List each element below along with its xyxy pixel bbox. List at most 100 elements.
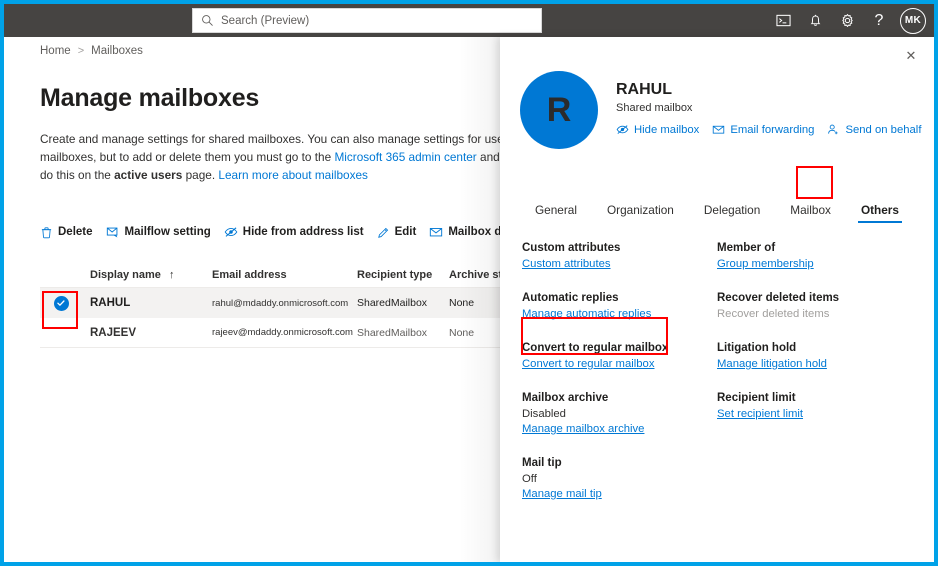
help-glyph: ? [875,12,884,30]
column-email-address[interactable]: Email address [212,269,357,281]
suite-actions: ? MK [768,4,928,37]
panel-header-text: RAHUL Shared mailbox Hide mailbox [616,71,921,136]
group-membership-link[interactable]: Group membership [717,258,912,270]
close-glyph: ✕ [906,48,917,64]
column-display-name-label: Display name [90,269,161,281]
email-forwarding-label: Email forwarding [730,124,814,136]
set-recipient-limit-link[interactable]: Set recipient limit [717,408,912,420]
setting-mailbox-archive: Mailbox archive Disabled Manage mailbox … [522,392,717,435]
mailflow-label: Mailflow setting [125,226,211,238]
edit-label: Edit [395,226,417,238]
setting-custom-attributes: Custom attributes Custom attributes [522,242,717,270]
help-icon[interactable]: ? [864,4,894,37]
mailbox-type: Shared mailbox [616,102,921,114]
cell-recipient-type: SharedMailbox [357,327,449,339]
search-placeholder: Search (Preview) [221,15,309,27]
convert-to-regular-mailbox-link[interactable]: Convert to regular mailbox [522,358,717,370]
setting-title: Mail tip [522,457,717,469]
send-on-behalf-button[interactable]: Send on behalf [827,123,921,136]
close-icon[interactable]: ✕ [900,45,922,67]
suite-header-bar: Search (Preview) [4,4,934,37]
email-forwarding-button[interactable]: Email forwarding [712,123,814,136]
cell-display-name: RAJEEV [82,327,212,339]
manage-automatic-replies-link[interactable]: Manage automatic replies [522,308,717,320]
desc-text-3: page. [182,168,218,182]
mailbox-table: Display name ↑ Email address Recipient t… [40,262,515,348]
breadcrumb-home[interactable]: Home [40,45,71,57]
checkmark-icon [54,296,69,311]
command-bar: Delete Mailflow setting [40,217,540,247]
hide-eye-icon [224,225,238,239]
hide-address-label: Hide from address list [243,226,364,238]
mailbox-avatar-initial: R [547,91,572,130]
tab-general[interactable]: General [520,197,592,226]
column-display-name[interactable]: Display name ↑ [82,269,212,281]
cell-recipient-type: SharedMailbox [357,297,449,309]
settings-column-right: Member of Group membership Recover delet… [717,242,912,522]
setting-recover-deleted-items: Recover deleted items Recover deleted it… [717,292,912,320]
cell-email-address: rajeev@mdaddy.onmicrosoft.com [212,327,357,338]
manage-litigation-hold-link[interactable]: Manage litigation hold [717,358,912,370]
tab-others[interactable]: Others [846,197,914,226]
breadcrumb-current[interactable]: Mailboxes [91,45,143,57]
setting-convert-to-regular-mailbox: Convert to regular mailbox Convert to re… [522,342,717,370]
desc-bold: active users [114,168,182,182]
tab-mailbox[interactable]: Mailbox [775,197,846,226]
search-input[interactable]: Search (Preview) [192,8,542,33]
setting-value: Off [522,473,717,485]
envelope-icon [712,123,725,136]
row-checkbox-selected[interactable] [40,296,82,311]
page-title: Manage mailboxes [40,84,259,113]
app-window: Search (Preview) [0,0,938,566]
panel-header: R RAHUL Shared mailbox Hide mai [520,71,921,149]
settings-column-left: Custom attributes Custom attributes Auto… [522,242,717,522]
setting-value: Disabled [522,408,717,420]
mailbox-name: RAHUL [616,81,921,99]
edit-button[interactable]: Edit [377,226,417,239]
pencil-icon [377,226,390,239]
custom-attributes-link[interactable]: Custom attributes [522,258,717,270]
breadcrumb: Home > Mailboxes [40,45,143,57]
admin-center-link[interactable]: Microsoft 365 admin center [334,150,476,164]
manage-mail-tip-link[interactable]: Manage mail tip [522,488,717,500]
mailbox-detail-panel: ✕ R RAHUL Shared mailbox [500,37,934,562]
hide-from-address-list-button[interactable]: Hide from address list [224,225,364,239]
setting-title: Automatic replies [522,292,717,304]
setting-litigation-hold: Litigation hold Manage litigation hold [717,342,912,370]
trash-icon [40,226,53,239]
setting-title: Mailbox archive [522,392,717,404]
hide-mailbox-label: Hide mailbox [634,124,699,136]
manage-mailbox-archive-link[interactable]: Manage mailbox archive [522,423,717,435]
page-description: Create and manage settings for shared ma… [40,130,510,184]
setting-title: Custom attributes [522,242,717,254]
person-add-icon [827,123,840,136]
table-row[interactable]: RAJEEV rajeev@mdaddy.onmicrosoft.com Sha… [40,318,515,348]
send-on-behalf-label: Send on behalf [845,124,921,136]
learn-more-link[interactable]: Learn more about mailboxes [218,168,368,182]
setting-title: Recover deleted items [717,292,912,304]
table-row[interactable]: RAHUL rahul@mdaddy.onmicrosoft.com Share… [40,288,515,318]
setting-title: Convert to regular mailbox [522,342,717,354]
mailflow-setting-button[interactable]: Mailflow setting [106,225,211,239]
mailflow-icon [106,225,120,239]
setting-recipient-limit: Recipient limit Set recipient limit [717,392,912,420]
delete-button[interactable]: Delete [40,226,93,239]
hide-eye-icon [616,123,629,136]
settings-gear-icon[interactable] [832,4,862,37]
envelope-icon [429,225,443,239]
cell-email-address: rahul@mdaddy.onmicrosoft.com [212,298,357,309]
notification-bell-icon[interactable] [800,4,830,37]
hide-mailbox-button[interactable]: Hide mailbox [616,123,699,136]
setting-title: Litigation hold [717,342,912,354]
tab-delegation[interactable]: Delegation [689,197,775,226]
panel-quick-actions: Hide mailbox Email forwarding [616,123,921,136]
setting-member-of: Member of Group membership [717,242,912,270]
cloud-shell-icon[interactable] [768,4,798,37]
setting-title: Member of [717,242,912,254]
tab-organization[interactable]: Organization [592,197,689,226]
avatar-initials: MK [905,15,921,26]
user-avatar[interactable]: MK [900,8,926,34]
breadcrumb-separator: > [78,45,84,57]
sort-ascending-icon: ↑ [169,269,175,281]
column-recipient-type[interactable]: Recipient type [357,269,449,281]
